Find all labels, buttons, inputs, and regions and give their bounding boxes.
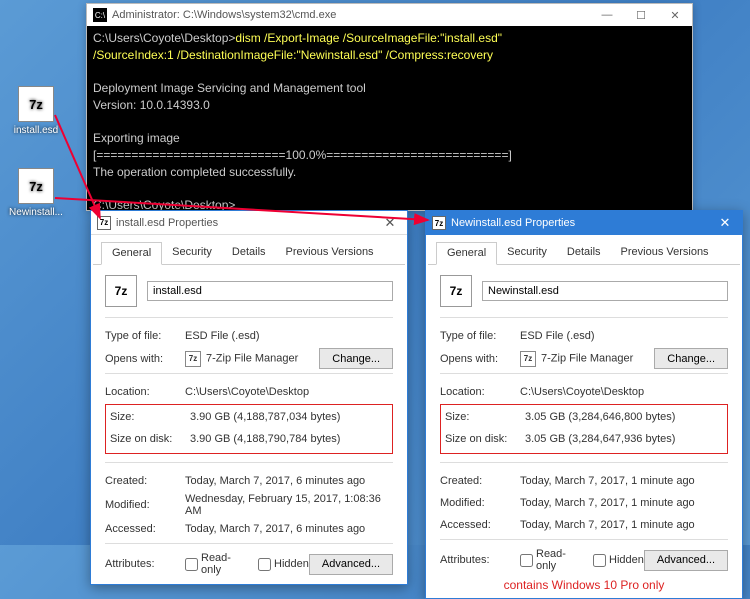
tab-strip: General Security Details Previous Versio… [428, 235, 740, 265]
desktop-icon-label: Newinstall... [6, 207, 66, 218]
value-created: Today, March 7, 2017, 1 minute ago [520, 475, 728, 487]
tab-details[interactable]: Details [222, 242, 276, 265]
sevenzip-icon: 7z [97, 216, 111, 230]
value-accessed: Today, March 7, 2017, 1 minute ago [520, 519, 728, 531]
cmd-body[interactable]: C:\Users\Coyote\Desktop>dism /Export-Ima… [87, 26, 692, 210]
sevenzip-icon: 7z [440, 275, 472, 307]
label-attributes: Attributes: [440, 554, 520, 566]
value-created: Today, March 7, 2017, 6 minutes ago [185, 475, 393, 487]
desktop-icon-install[interactable]: 7z install.esd [6, 86, 66, 136]
value-size: 3.05 GB (3,284,646,800 bytes) [525, 411, 723, 423]
label-accessed: Accessed: [105, 523, 185, 535]
properties-dialog-install: 7z install.esd Properties ✕ General Secu… [90, 210, 408, 585]
label-sizeondisk: Size on disk: [110, 433, 190, 445]
value-size: 3.90 GB (4,188,787,034 bytes) [190, 411, 388, 423]
sevenzip-icon: 7z [18, 86, 54, 122]
tab-security[interactable]: Security [497, 242, 557, 265]
change-button[interactable]: Change... [654, 348, 728, 369]
label-openswith: Opens with: [440, 353, 520, 365]
hidden-checkbox[interactable]: Hidden [258, 558, 309, 571]
readonly-checkbox[interactable]: Read-only [520, 548, 581, 572]
value-openswith: 7z7-Zip File Manager [520, 351, 654, 367]
close-button[interactable]: ✕ [658, 4, 692, 26]
size-highlight-box: Size:3.90 GB (4,188,787,034 bytes) Size … [105, 404, 393, 454]
value-openswith: 7z7-Zip File Manager [185, 351, 319, 367]
cmd-output: The operation completed successfully. [93, 165, 296, 179]
value-typeoffile: ESD File (.esd) [520, 330, 728, 342]
desktop-icon-label: install.esd [6, 125, 66, 136]
sevenzip-icon: 7z [185, 351, 201, 367]
cmd-output: Deployment Image Servicing and Managemen… [93, 81, 366, 95]
cmd-output: [===========================100.0%======… [93, 148, 512, 162]
hidden-checkbox[interactable]: Hidden [593, 554, 644, 567]
cmd-output: Exporting image [93, 131, 180, 145]
value-modified: Today, March 7, 2017, 1 minute ago [520, 497, 728, 509]
tab-general[interactable]: General [101, 242, 162, 265]
value-sizeondisk: 3.90 GB (4,188,790,784 bytes) [190, 433, 388, 445]
cmd-prompt: C:\Users\Coyote\Desktop> [93, 31, 235, 45]
value-sizeondisk: 3.05 GB (3,284,647,936 bytes) [525, 433, 723, 445]
cmd-title-text: Administrator: C:\Windows\system32\cmd.e… [112, 9, 336, 21]
value-modified: Wednesday, February 15, 2017, 1:08:36 AM [185, 493, 393, 517]
properties-title-text: install.esd Properties [116, 217, 218, 229]
label-location: Location: [440, 386, 520, 398]
value-accessed: Today, March 7, 2017, 6 minutes ago [185, 523, 393, 535]
advanced-button[interactable]: Advanced... [309, 554, 393, 575]
sevenzip-icon: 7z [18, 168, 54, 204]
filename-input[interactable] [482, 281, 728, 301]
properties-titlebar[interactable]: 7z install.esd Properties ✕ [91, 211, 407, 235]
readonly-checkbox[interactable]: Read-only [185, 552, 246, 576]
size-highlight-box: Size:3.05 GB (3,284,646,800 bytes) Size … [440, 404, 728, 454]
minimize-button[interactable]: — [590, 4, 624, 26]
close-button[interactable]: ✕ [708, 211, 742, 235]
tab-previous-versions[interactable]: Previous Versions [276, 242, 384, 265]
desktop-icon-newinstall[interactable]: 7z Newinstall... [6, 168, 66, 218]
cmd-output: Version: 10.0.14393.0 [93, 98, 210, 112]
label-openswith: Opens with: [105, 353, 185, 365]
tab-security[interactable]: Security [162, 242, 222, 265]
annotation-text: contains Windows 10 Pro only [440, 578, 728, 592]
tab-details[interactable]: Details [557, 242, 611, 265]
label-modified: Modified: [105, 499, 185, 511]
close-button[interactable]: ✕ [373, 211, 407, 235]
cmd-titlebar[interactable]: C:\ Administrator: C:\Windows\system32\c… [87, 4, 692, 26]
properties-dialog-newinstall: 7z Newinstall.esd Properties ✕ General S… [425, 210, 743, 599]
cmd-icon: C:\ [93, 8, 107, 22]
cmd-window: C:\ Administrator: C:\Windows\system32\c… [86, 3, 693, 211]
label-location: Location: [105, 386, 185, 398]
value-location: C:\Users\Coyote\Desktop [520, 386, 728, 398]
tab-previous-versions[interactable]: Previous Versions [611, 242, 719, 265]
change-button[interactable]: Change... [319, 348, 393, 369]
label-size: Size: [445, 411, 525, 423]
label-accessed: Accessed: [440, 519, 520, 531]
label-modified: Modified: [440, 497, 520, 509]
label-typeoffile: Type of file: [105, 330, 185, 342]
sevenzip-icon: 7z [520, 351, 536, 367]
tab-general[interactable]: General [436, 242, 497, 265]
filename-input[interactable] [147, 281, 393, 301]
value-location: C:\Users\Coyote\Desktop [185, 386, 393, 398]
label-created: Created: [440, 475, 520, 487]
advanced-button[interactable]: Advanced... [644, 550, 728, 571]
properties-titlebar[interactable]: 7z Newinstall.esd Properties ✕ [426, 211, 742, 235]
label-attributes: Attributes: [105, 558, 185, 570]
label-size: Size: [110, 411, 190, 423]
tab-strip: General Security Details Previous Versio… [93, 235, 405, 265]
value-typeoffile: ESD File (.esd) [185, 330, 393, 342]
label-sizeondisk: Size on disk: [445, 433, 525, 445]
properties-title-text: Newinstall.esd Properties [451, 217, 575, 229]
sevenzip-icon: 7z [432, 216, 446, 230]
maximize-button[interactable]: ☐ [624, 4, 658, 26]
sevenzip-icon: 7z [105, 275, 137, 307]
label-typeoffile: Type of file: [440, 330, 520, 342]
cmd-prompt: C:\Users\Coyote\Desktop> [93, 198, 235, 210]
label-created: Created: [105, 475, 185, 487]
